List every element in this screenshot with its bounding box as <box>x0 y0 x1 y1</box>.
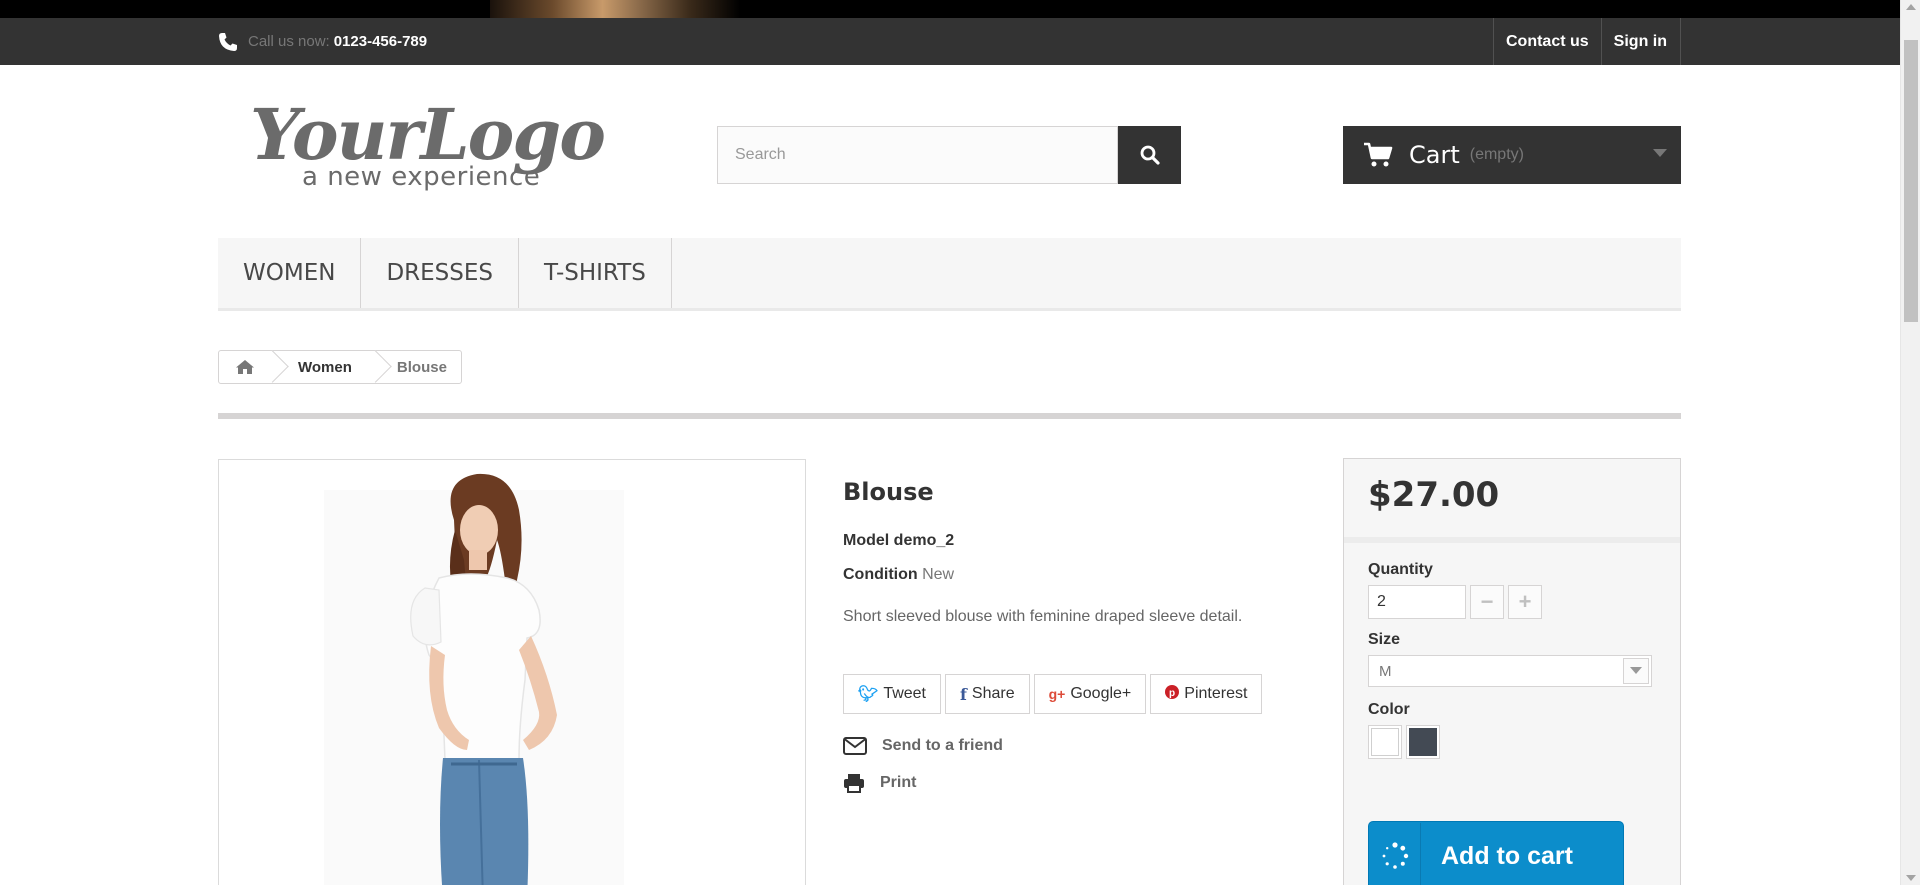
product-title: Blouse <box>843 478 934 506</box>
facebook-icon: f <box>960 684 967 704</box>
site-logo[interactable]: YourLogo a new experience <box>250 90 610 200</box>
product-image[interactable] <box>218 459 806 885</box>
printer-icon <box>844 774 864 793</box>
product-price: $27.00 <box>1344 459 1680 543</box>
facebook-share-button[interactable]: f Share <box>945 674 1030 714</box>
pinterest-icon: p <box>1165 684 1180 704</box>
search-input[interactable] <box>717 126 1118 184</box>
send-friend-label: Send to a friend <box>882 737 1003 754</box>
product-description: Short sleeved blouse with feminine drape… <box>843 608 1243 625</box>
quantity-stepper: − + <box>1368 585 1656 619</box>
model-value: demo_2 <box>893 532 955 549</box>
print-label: Print <box>880 774 917 791</box>
buy-box: $27.00 Quantity − + Size M Color <box>1343 458 1681 885</box>
logo-tagline: a new experience <box>302 162 541 192</box>
product-options: Quantity − + Size M Color <box>1344 543 1680 759</box>
social-share: 🐦︎ Tweet f Share g+ Google+ p Pinterest <box>843 674 1263 714</box>
search-icon <box>1140 145 1160 165</box>
banner-image <box>490 0 740 18</box>
share-label: Share <box>971 685 1015 702</box>
menu-item-tshirts[interactable]: T-SHIRTS <box>519 238 672 308</box>
breadcrumb: Women Blouse <box>218 350 462 384</box>
chevron-down-icon <box>1653 149 1667 157</box>
cart-status: (empty) <box>1469 146 1524 163</box>
scroll-up-arrow[interactable] <box>1906 4 1916 10</box>
tweet-button[interactable]: 🐦︎ Tweet <box>843 674 941 714</box>
quantity-decrease-button[interactable]: − <box>1470 585 1504 619</box>
tweet-label: Tweet <box>883 685 926 702</box>
quantity-label: Quantity <box>1368 561 1433 578</box>
plus-icon: + <box>1518 589 1532 614</box>
size-dropdown-arrow[interactable] <box>1623 658 1649 684</box>
twitter-icon: 🐦︎ <box>858 686 879 703</box>
color-label: Color <box>1368 701 1410 718</box>
add-to-cart-label: Add to cart <box>1441 841 1573 870</box>
search-button[interactable] <box>1118 126 1181 184</box>
top-banner[interactable] <box>0 0 1900 18</box>
swatch-fill <box>1371 728 1399 756</box>
size-selected: M <box>1379 663 1392 680</box>
pinterest-button[interactable]: p Pinterest <box>1150 674 1263 714</box>
scroll-thumb[interactable] <box>1904 40 1918 322</box>
color-swatch-dark[interactable] <box>1406 725 1440 759</box>
color-swatch-white[interactable] <box>1368 725 1402 759</box>
spinner-icon <box>1369 823 1421 885</box>
scroll-down-arrow[interactable] <box>1906 875 1916 881</box>
contact-us-link[interactable]: Contact us <box>1493 18 1601 65</box>
model-photo <box>219 460 805 885</box>
sign-in-link[interactable]: Sign in <box>1600 18 1681 65</box>
color-swatches <box>1368 725 1656 759</box>
google-label: Google+ <box>1070 685 1132 702</box>
model-label: Model <box>843 532 890 549</box>
cart-block[interactable]: Cart (empty) <box>1343 126 1681 184</box>
size-select[interactable]: M <box>1368 655 1652 687</box>
call-label: Call us now: <box>248 33 330 50</box>
quantity-input[interactable] <box>1368 585 1466 619</box>
swatch-fill <box>1409 728 1437 756</box>
phone-number: 0123-456-789 <box>333 33 428 50</box>
chevron-down-icon <box>1630 667 1642 674</box>
user-links: Contact us Sign in <box>1493 18 1681 65</box>
product-condition: Condition New <box>843 566 1303 584</box>
page-scrollbar[interactable] <box>1900 0 1920 885</box>
send-to-friend-link[interactable]: Send to a friend <box>843 734 1003 758</box>
menu-item-dresses[interactable]: DRESSES <box>361 238 519 308</box>
cart-icon <box>1364 142 1393 167</box>
product-actions: Send to a friend Print <box>843 734 1003 808</box>
quantity-increase-button[interactable]: + <box>1508 585 1542 619</box>
google-plus-button[interactable]: g+ Google+ <box>1033 674 1147 714</box>
call-us: Call us now: 0123-456-789 <box>218 18 427 65</box>
svg-text:p: p <box>1169 688 1175 699</box>
pinterest-label: Pinterest <box>1184 685 1248 702</box>
section-divider <box>218 413 1681 419</box>
menu-item-women[interactable]: WOMEN <box>218 238 362 308</box>
home-icon <box>236 360 254 374</box>
print-link[interactable]: Print <box>843 771 1003 795</box>
envelope-icon <box>843 737 867 755</box>
phone-icon <box>219 32 237 51</box>
main-menu: WOMEN DRESSES T-SHIRTS <box>218 238 1681 311</box>
top-bar: Call us now: 0123-456-789 Contact us Sig… <box>0 18 1900 65</box>
cart-label: Cart <box>1409 141 1460 169</box>
product-info: Blouse Model demo_2 Condition New Short … <box>843 478 1303 626</box>
search-bar <box>717 126 1181 184</box>
product-model: Model demo_2 <box>843 532 1303 550</box>
breadcrumb-separator <box>374 351 375 383</box>
condition-value: New <box>922 566 955 583</box>
size-label: Size <box>1368 631 1401 648</box>
minus-icon: − <box>1480 589 1494 614</box>
condition-label: Condition <box>843 566 918 583</box>
breadcrumb-separator <box>271 351 272 383</box>
google-plus-icon: g+ <box>1048 686 1066 702</box>
add-to-cart-button[interactable]: Add to cart <box>1368 821 1624 885</box>
